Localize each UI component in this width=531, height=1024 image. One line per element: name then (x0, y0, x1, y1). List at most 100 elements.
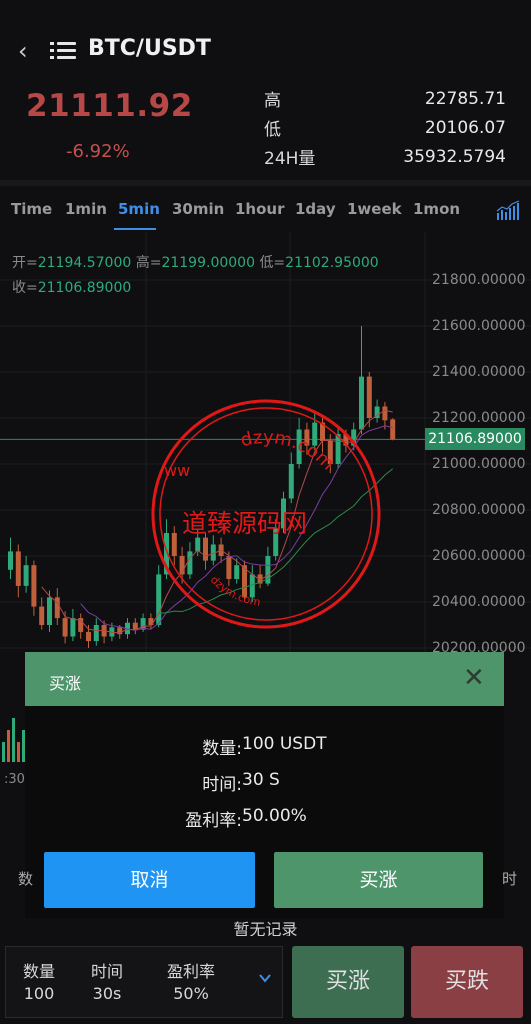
watermark-url-bottom: dzym.com (208, 573, 262, 609)
stat-low: 低 20106.07 (264, 113, 506, 142)
y-tick-label: 20600.00000 (432, 548, 526, 564)
interval-tabs: Time 1min 5min 30min 1hour 1day 1week 1m… (0, 188, 531, 232)
candle-body (382, 406, 388, 421)
y-tick-label: 21600.00000 (432, 318, 526, 334)
order-bar: 数量 100 时间 30s 盈利率 50% 买涨 买跌 (0, 942, 531, 1024)
candle-body (23, 565, 29, 586)
volume-bar (7, 730, 10, 762)
empty-records-text: 暂无记录 (233, 920, 298, 936)
y-tick-label: 21200.00000 (432, 410, 526, 426)
last-price: 21111.92 (26, 88, 193, 124)
ohlc-low-label: 低= (259, 255, 286, 271)
tab-1min[interactable]: 1min (65, 200, 107, 218)
ohlc-high-label: 高= (135, 255, 162, 271)
tab-time[interactable]: Time (11, 200, 52, 218)
param-time-label: 时间 (90, 962, 123, 981)
y-tick-label: 20800.00000 (432, 502, 526, 518)
order-params[interactable]: 数量 100 时间 30s 盈利率 50% (5, 946, 283, 1018)
candle-body (8, 551, 13, 570)
stat-low-label: 低 (264, 120, 281, 140)
buy-down-button[interactable]: 买跌 (411, 946, 523, 1018)
candle-body (390, 419, 396, 440)
tab-1week[interactable]: 1week (347, 200, 402, 218)
tab-1mon[interactable]: 1mon (413, 200, 460, 218)
watermark-ww: ww (164, 461, 190, 480)
stat-high-label: 高 (264, 91, 281, 111)
stat-high: 高 22785.71 (264, 84, 506, 113)
tab-5min[interactable]: 5min (118, 200, 160, 218)
watermark-title: 道臻源码网 (182, 509, 307, 538)
param-rate: 盈利率 50% (156, 961, 226, 1005)
pair-title: BTC/USDT (88, 36, 211, 61)
candle-body (62, 618, 68, 637)
candle-body (70, 618, 76, 637)
candle-body (15, 551, 21, 586)
param-time: 时间 30s (82, 961, 132, 1005)
candle-body (86, 631, 91, 642)
watermark-stamp: dzym.com dzym.com ww 道臻源码网 (151, 399, 381, 629)
section-divider (0, 180, 531, 186)
dialog-qty-value: 100 USDT (242, 734, 327, 754)
behind-left-text: 数 (18, 870, 34, 888)
list-icon[interactable] (50, 41, 76, 61)
chevron-left-icon[interactable]: ‹ (18, 38, 34, 64)
dialog-rate-value: 50.00% (242, 806, 307, 826)
volume-bar (17, 742, 20, 762)
dialog-header: 买涨 ✕ (25, 652, 504, 706)
ohlc-close-label: 收= (12, 280, 38, 296)
ohlc-line-2: 收=21106.89000 (12, 277, 131, 297)
candle-body (132, 622, 138, 630)
y-tick-label: 21400.00000 (432, 364, 526, 380)
dialog-qty-label: 数量: (202, 739, 242, 759)
ohlc-open-value: 21194.57000 (37, 255, 132, 271)
confirm-buy-up-button[interactable]: 买涨 (274, 852, 483, 908)
param-qty-value: 100 (23, 984, 55, 1003)
candle-body (140, 618, 146, 630)
param-time-value: 30s (92, 984, 122, 1003)
x-time-label: :30 (4, 772, 25, 787)
dialog-title: 买涨 (49, 674, 82, 693)
param-rate-value: 50% (173, 984, 209, 1003)
dialog-time-value: 30 S (242, 770, 280, 790)
candle-body (39, 606, 45, 625)
cancel-button[interactable]: 取消 (44, 852, 255, 908)
stat-volume: 24H量 35932.5794 (264, 142, 506, 171)
candle-body (31, 565, 37, 607)
ohlc-close-value: 21106.89000 (37, 280, 132, 296)
active-tab-indicator (114, 228, 156, 230)
y-tick-label: 20400.00000 (432, 594, 526, 610)
ohlc-low-value: 21102.95000 (285, 255, 379, 271)
dialog-rate-label: 盈利率: (185, 811, 242, 831)
behind-right-text: 时 (502, 870, 518, 888)
tab-1hour[interactable]: 1hour (235, 200, 285, 218)
stat-volume-label: 24H量 (264, 149, 316, 169)
volume-bar (2, 742, 5, 762)
ohlc-open-label: 开= (12, 255, 38, 271)
y-tick-label: 21000.00000 (432, 456, 526, 472)
param-qty-label: 数量 (22, 962, 55, 981)
stat-low-value: 20106.07 (424, 117, 506, 138)
param-qty: 数量 100 (14, 961, 64, 1005)
chevron-down-icon[interactable] (258, 971, 272, 985)
y-tick-label: 21800.00000 (432, 272, 526, 288)
ohlc-high-value: 21199.00000 (161, 255, 255, 271)
price-change: -6.92% (66, 141, 130, 162)
volume-bar (12, 718, 15, 762)
buy-up-button[interactable]: 买涨 (292, 946, 404, 1018)
chart-settings-icon[interactable] (496, 199, 520, 221)
buy-up-dialog: 买涨 ✕ 数量: 100 USDT 时间: 30 S 盈利率: 50.00% 取… (25, 652, 504, 918)
stat-high-value: 22785.71 (424, 88, 506, 109)
dialog-time-label: 时间: (202, 775, 242, 795)
candle-body (93, 625, 99, 642)
param-rate-label: 盈利率 (166, 962, 215, 981)
stat-volume-value: 35932.5794 (403, 146, 506, 167)
watermark-url-top: dzym.com (239, 427, 339, 475)
ticker-stats: 高 22785.71 低 20106.07 24H量 35932.5794 (264, 84, 506, 171)
header: ‹ BTC/USDT (0, 0, 531, 80)
tab-30min[interactable]: 30min (172, 200, 224, 218)
ohlc-line-1: 开=21194.57000 高=21199.00000 低=21102.9500… (12, 252, 379, 272)
current-price-label: 21106.89000 (425, 428, 525, 450)
tab-1day[interactable]: 1day (295, 200, 336, 218)
close-icon[interactable]: ✕ (463, 665, 485, 691)
candle-body (47, 597, 52, 625)
